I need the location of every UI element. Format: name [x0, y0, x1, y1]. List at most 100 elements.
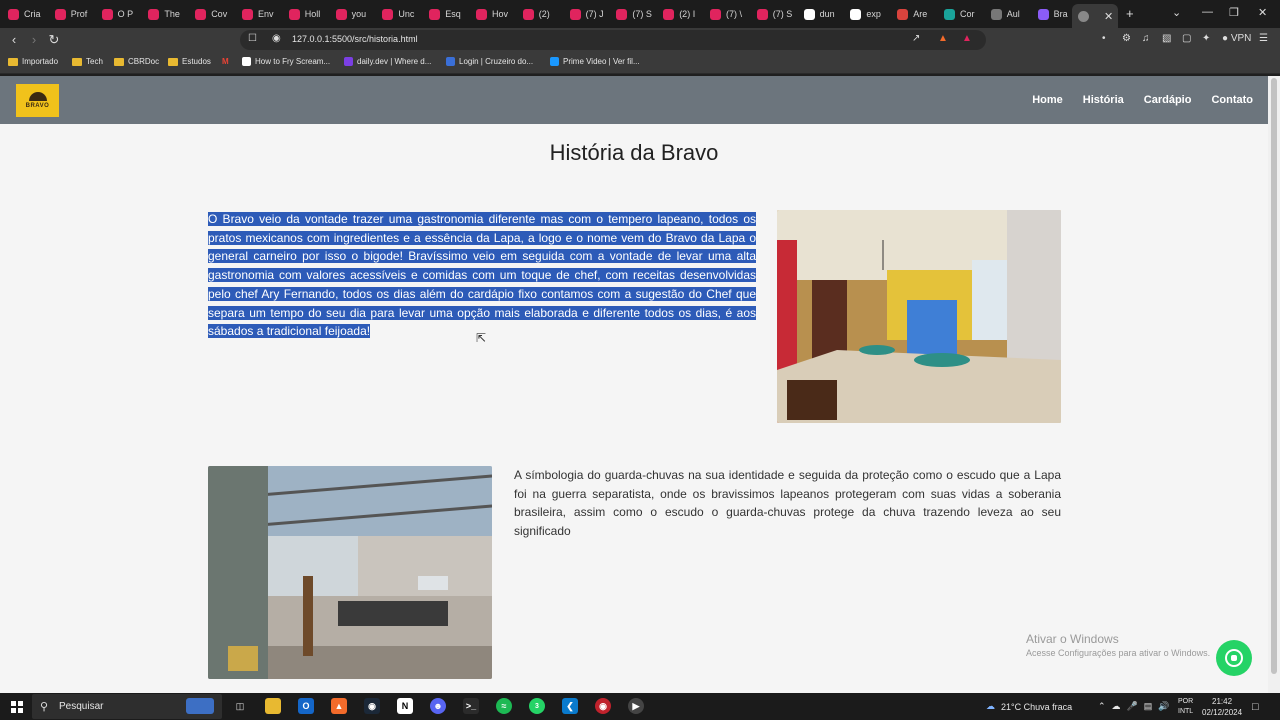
bookmark-link[interactable]: Prime Video | Ver fil... [550, 57, 640, 66]
discord-icon[interactable]: ☻ [430, 698, 446, 714]
browser-tab[interactable]: Cria [8, 4, 48, 24]
site-header: BRAVO Home História Cardápio Contato [0, 76, 1268, 124]
nav-historia[interactable]: História [1083, 94, 1124, 106]
extensions-icon[interactable]: ⚙ [1122, 33, 1131, 44]
tab-label: Cov [211, 9, 228, 19]
clock[interactable]: 21:42 02/12/2024 [1202, 693, 1242, 720]
browser-tab[interactable]: (7) S [756, 4, 797, 24]
browser-tab[interactable]: Holl [288, 4, 329, 24]
active-browser-tab[interactable]: ✕ [1072, 4, 1118, 28]
vscode-icon[interactable]: ❮ [562, 698, 578, 714]
steam-icon[interactable]: ◉ [364, 698, 380, 714]
taskbar-search[interactable]: ⚲ Pesquisar [32, 694, 222, 719]
spotify-icon[interactable]: ≈ [496, 698, 512, 714]
vpn-button[interactable]: ● VPN [1222, 33, 1251, 44]
restaurant-patio-photo [208, 466, 492, 679]
obs-icon[interactable]: ◉ [595, 698, 611, 714]
media-player-icon[interactable]: ▶ [628, 698, 644, 714]
browser-tab[interactable]: Esq [429, 4, 469, 24]
bookmark-folder[interactable]: CBRDoc [114, 57, 159, 66]
browser-tab[interactable]: Prof [54, 4, 95, 24]
language-indicator[interactable]: POR INTL [1178, 693, 1193, 720]
globe-icon [1078, 10, 1089, 22]
tab-label: (7) J [585, 9, 604, 19]
bookmark-folder[interactable]: Estudos [168, 57, 211, 66]
browser-tab[interactable]: Are [897, 4, 937, 24]
tab-search-icon[interactable]: ⌄ [1172, 6, 1181, 19]
browser-tab[interactable]: (2) [522, 4, 563, 24]
minimize-icon[interactable]: — [1202, 6, 1213, 18]
address-bar[interactable]: ☐ ◉ 127.0.0.1:5500/src/historia.html ↗ ▲… [240, 30, 986, 50]
bravo-logo[interactable]: BRAVO [16, 84, 59, 117]
outlook-icon[interactable]: O [298, 698, 314, 714]
brave-shields-icon[interactable]: ▲ [938, 33, 948, 44]
browser-tab[interactable]: Unc [382, 4, 422, 24]
bookmark-link[interactable]: Login | Cruzeiro do... [446, 57, 533, 66]
bookmark-link[interactable]: How to Fry Scream... [242, 57, 330, 66]
browser-tab[interactable]: exp [850, 4, 890, 24]
window-close-icon[interactable]: ✕ [1258, 6, 1267, 19]
brave-icon[interactable]: ▲ [331, 698, 347, 714]
browser-tab[interactable]: you [335, 4, 376, 24]
restore-icon[interactable]: ❐ [1229, 6, 1239, 19]
bookmark-icon[interactable]: ☐ [248, 33, 257, 44]
wallet-icon[interactable]: ▢ [1182, 33, 1191, 44]
pin-icon[interactable]: • [1102, 33, 1106, 44]
start-button[interactable] [11, 701, 23, 713]
tab-label: Cria [24, 9, 41, 19]
browser-tab[interactable]: (2) I [663, 4, 703, 24]
page-scrollbar[interactable] [1268, 76, 1280, 693]
network-icon[interactable]: ▤ [1144, 701, 1153, 712]
bookmark-folder[interactable]: Importado [8, 57, 58, 66]
scrollbar-thumb[interactable] [1271, 78, 1277, 674]
microphone-icon[interactable]: 🎤 [1127, 701, 1138, 712]
browser-tab[interactable]: O P [101, 4, 142, 24]
bookmark-folder[interactable]: Tech [72, 57, 103, 66]
reload-button[interactable]: ↻ [46, 32, 62, 48]
bookmark-link[interactable]: daily.dev | Where d... [344, 57, 431, 66]
nav-home[interactable]: Home [1032, 94, 1063, 106]
gmail-bookmark-icon[interactable]: M [222, 57, 229, 66]
forward-button[interactable]: › [26, 32, 42, 47]
onedrive-icon[interactable]: ☁ [1112, 701, 1121, 712]
terminal-icon[interactable]: >_ [463, 698, 479, 714]
browser-tab[interactable]: (7) S [616, 4, 656, 24]
tab-label: Unc [398, 9, 415, 19]
close-tab-icon[interactable]: ✕ [1104, 10, 1113, 23]
bookmark-label: daily.dev | Where d... [357, 57, 432, 66]
nav-contato[interactable]: Contato [1211, 94, 1253, 106]
browser-tab[interactable]: The [148, 4, 188, 24]
browser-tab[interactable]: Hov [476, 4, 516, 24]
tab-label: Hov [492, 9, 509, 19]
tab-favicon-icon [897, 8, 909, 20]
site-info-icon[interactable]: ◉ [272, 33, 281, 44]
file-explorer-icon[interactable] [265, 698, 281, 714]
browser-tab[interactable]: Cor [944, 4, 984, 24]
menu-icon[interactable]: ☰ [1259, 33, 1268, 44]
nav-cardapio[interactable]: Cardápio [1144, 94, 1192, 106]
music-icon[interactable]: ♫ [1142, 33, 1150, 44]
back-button[interactable]: ‹ [6, 32, 22, 47]
restaurant-interior-photo [777, 210, 1061, 423]
share-icon[interactable]: ↗ [912, 33, 920, 44]
sidebar-icon[interactable]: ▧ [1162, 33, 1171, 44]
tab-label: exp [866, 9, 881, 19]
browser-tab[interactable]: Cov [195, 4, 235, 24]
chevron-up-icon[interactable]: ⌃ [1098, 701, 1106, 712]
weather-widget[interactable]: ☁ 21°C Chuva fraca [986, 693, 1072, 720]
new-tab-button[interactable]: + [1126, 6, 1134, 21]
leo-ai-icon[interactable]: ✦ [1202, 33, 1210, 44]
whatsapp-button[interactable] [1216, 640, 1252, 676]
task-view-icon[interactable]: ◫ [232, 698, 248, 714]
browser-tab[interactable]: (7) J [569, 4, 610, 24]
notification-icon[interactable]: □ [1252, 693, 1259, 720]
browser-tab[interactable]: dun [803, 4, 844, 24]
browser-tab[interactable]: (7) \ [710, 4, 750, 24]
tab-label: Esq [445, 9, 461, 19]
notion-icon[interactable]: N [397, 698, 413, 714]
brave-rewards-icon[interactable]: ▲ [962, 33, 972, 44]
volume-icon[interactable]: 🔊 [1158, 701, 1169, 712]
browser-tab[interactable]: Aul [990, 4, 1031, 24]
whatsapp-taskbar-icon[interactable]: 3 [529, 698, 545, 714]
browser-tab[interactable]: Env [242, 4, 282, 24]
